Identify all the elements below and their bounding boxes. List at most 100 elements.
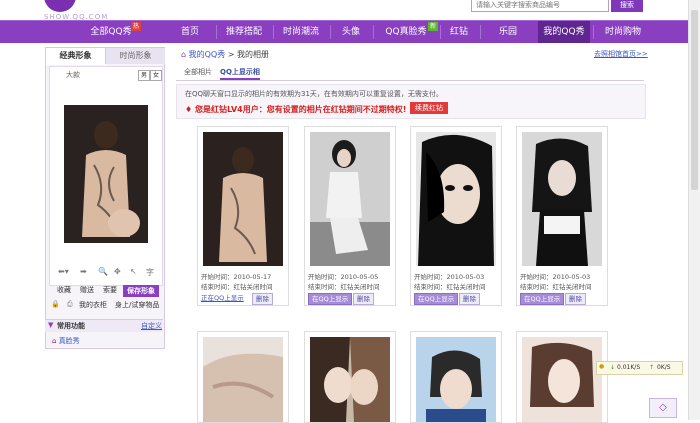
tab-classic-image[interactable]: 经典形象	[46, 48, 105, 65]
top-header: SHOW.QQ.COM 搜索	[0, 0, 700, 21]
wearing-link[interactable]: 身上/试穿物品	[115, 300, 159, 310]
nav-home[interactable]: 首页	[168, 21, 212, 43]
customize-link[interactable]: 自定义	[141, 321, 162, 331]
vip-privilege-text: 您是红钻LV4用户：您有设置的相片在红钻期间不过期特权!	[194, 105, 407, 114]
show-on-qq-button[interactable]: 在QQ上显示	[308, 293, 353, 305]
start-time: 开始时间：2010-05-17	[201, 273, 272, 281]
album-photo[interactable]	[416, 132, 496, 266]
feature-label: 真脸秀	[58, 337, 80, 345]
lock-icon: 🔒	[51, 300, 60, 308]
nav-recommended[interactable]: 推荐搭配	[218, 21, 270, 43]
start-time: 开始时间：2010-05-03	[414, 273, 485, 281]
gift-link[interactable]: 赠送	[80, 285, 94, 295]
common-functions-header: ▼ 常用功能 自定义	[45, 319, 163, 332]
delete-button[interactable]: 删除	[459, 293, 480, 305]
nav-divider	[440, 25, 441, 39]
photo-studio-link[interactable]: 去照相馆首页>>	[594, 49, 648, 59]
size-label: 大款	[66, 71, 80, 79]
nav-all-qqshow[interactable]: 全部QQ秀 热	[75, 21, 147, 43]
nav-divider	[480, 25, 481, 39]
delete-button[interactable]: 删除	[252, 293, 273, 305]
album-photo[interactable]	[522, 132, 602, 266]
nav-avatar[interactable]: 头像	[332, 21, 370, 43]
showing-on-qq-link[interactable]: 正在QQ上显示	[201, 293, 244, 303]
wardrobe-actions: 🔒 ⎙ 我的衣柜 身上/试穿物品	[49, 300, 161, 313]
favorite-link[interactable]: 收藏	[57, 285, 71, 295]
scrollbar-thumb[interactable]	[691, 10, 698, 190]
collapse-icon[interactable]: ▼	[48, 321, 53, 329]
end-time: 结束时间：红钻关闭时间	[201, 283, 273, 291]
main-nav: 全部QQ秀 热 首页 推荐搭配 时尚潮流 头像 QQ真脸秀 新 红钻 乐园 我的…	[0, 20, 700, 43]
photo-card	[197, 331, 289, 423]
end-time: 结束时间：红钻关闭时间	[520, 283, 592, 291]
print-icon: ⎙	[67, 300, 73, 308]
photo-card	[304, 331, 396, 423]
end-time: 结束时间：红钻关闭时间	[308, 283, 380, 291]
breadcrumb-my-qqshow[interactable]: 我的QQ秀	[189, 50, 226, 59]
album-photo[interactable]	[203, 132, 283, 266]
tab-qq-display-photos[interactable]: QQ上显示相	[220, 67, 260, 80]
wardrobe-link[interactable]: 我的衣柜	[79, 300, 107, 310]
house-icon: ⌂	[52, 337, 57, 345]
delete-button[interactable]: 删除	[353, 293, 374, 305]
renew-red-diamond-button[interactable]: 续费红钻	[410, 102, 448, 114]
nav-paradise[interactable]: 乐园	[482, 21, 534, 43]
delete-button[interactable]: 删除	[565, 293, 586, 305]
photo-card: 开始时间：2010-05-03 结束时间：红钻关闭时间 在QQ上显示 删除	[410, 126, 502, 306]
album-photo[interactable]	[522, 337, 602, 422]
nav-label: QQ真脸秀	[385, 27, 427, 37]
photo-card	[516, 331, 608, 423]
album-photo[interactable]	[203, 337, 283, 422]
avatar-panel: 经典形象 时尚形象 大款 男 女 ⬅▾ ➡ 🔍 ✥ ↖ 字 收藏 赠送 索要 保…	[45, 47, 165, 349]
nav-red-diamond[interactable]: 红钻	[442, 21, 476, 43]
text-icon[interactable]: 字	[146, 267, 154, 278]
page-scrollbar[interactable]	[688, 0, 700, 420]
nav-divider	[216, 25, 217, 39]
vip-privilege-notice: ♦ 您是红钻LV4用户：您有设置的相片在红钻期间不过期特权!	[185, 104, 406, 115]
album-photo[interactable]	[310, 337, 390, 422]
nav-fashion[interactable]: 时尚潮流	[275, 21, 327, 43]
start-time: 开始时间：2010-05-03	[520, 273, 591, 281]
search-input[interactable]	[471, 0, 609, 12]
upload-speed: 0K/S	[657, 364, 671, 371]
avatar-actions: 收藏 赠送 索要 保存形象	[49, 285, 161, 298]
speed-icon: ●	[599, 363, 605, 370]
redo-icon[interactable]: ➡	[80, 267, 87, 276]
new-badge: 新	[428, 22, 439, 31]
notice-box: 在QQ聊天窗口显示的相片的有效期为31天，在有效期内可以重复设置，无需支付。 ♦…	[176, 84, 646, 119]
breadcrumb: ⌂ 我的QQ秀 > 我的相册	[181, 49, 269, 60]
photo-card: 开始时间：2010-05-05 结束时间：红钻关闭时间 在QQ上显示 删除	[304, 126, 396, 306]
nav-label: 全部QQ秀	[90, 27, 132, 37]
undo-icon[interactable]: ⬅▾	[58, 267, 69, 276]
gender-male-button[interactable]: 男	[138, 70, 150, 81]
end-time: 结束时间：红钻关闭时间	[414, 283, 486, 291]
search-button[interactable]: 搜索	[611, 0, 643, 12]
show-on-qq-button[interactable]: 在QQ上显示	[520, 293, 565, 305]
home-icon: ⌂	[181, 50, 187, 59]
nav-realface[interactable]: QQ真脸秀 新	[376, 21, 439, 43]
nav-shopping[interactable]: 时尚购物	[595, 21, 651, 43]
show-on-qq-button[interactable]: 在QQ上显示	[414, 293, 459, 305]
network-speed-widget: ● ↓ 0.01K/S ↑ 0K/S	[596, 361, 683, 375]
zoom-icon[interactable]: 🔍	[98, 267, 108, 276]
avatar-preview: 大款 男 女 ⬅▾ ➡ 🔍 ✥ ↖ 字	[49, 66, 163, 286]
tab-fashion-image[interactable]: 时尚形象	[105, 48, 165, 64]
nav-divider	[273, 25, 274, 39]
move-icon[interactable]: ✥	[114, 267, 121, 276]
album-subtabs: 全部相片 QQ上显示相	[176, 64, 644, 81]
download-arrow-icon: ↓	[610, 364, 616, 371]
qq-show-logo[interactable]	[44, 0, 76, 12]
request-link[interactable]: 索要	[103, 285, 117, 295]
avatar-photo	[64, 105, 148, 243]
album-photo[interactable]	[310, 132, 390, 266]
realface-feature-item[interactable]: ⌂ 真脸秀	[52, 336, 80, 346]
save-image-button[interactable]: 保存形象	[123, 285, 159, 297]
tab-all-photos[interactable]: 全部相片	[184, 67, 212, 77]
album-photo[interactable]	[416, 337, 496, 422]
nav-divider	[330, 25, 331, 39]
gender-female-button[interactable]: 女	[150, 70, 162, 81]
nav-my-qqshow[interactable]: 我的QQ秀	[538, 21, 590, 43]
gem-icon[interactable]: ◇	[649, 398, 677, 418]
hot-badge: 热	[131, 22, 142, 31]
reset-icon[interactable]: ↖	[130, 267, 137, 276]
